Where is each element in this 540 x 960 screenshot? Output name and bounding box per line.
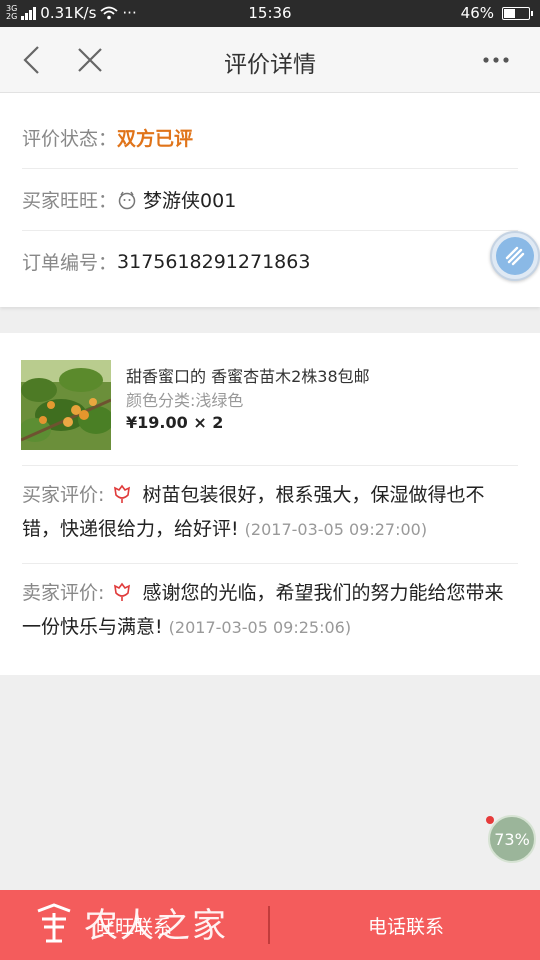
status-right: 46% [460,4,533,22]
review-status-label: 评价状态： [22,127,118,150]
more-icon [483,57,509,63]
nav-bar: 评价详情 [0,27,540,93]
bottom-divider [268,906,270,944]
clock: 15:36 [248,4,292,22]
buyer-review: 买家评价: 树苗包装很好，根系强大，保湿做得也不错，快递很给力，给好评! (20… [22,478,518,547]
buyer-wangwang-value[interactable]: 梦游侠001 [143,186,236,213]
bottom-action-bar: 旺旺联系 电话联系 [0,890,540,960]
wangwang-contact-button[interactable]: 旺旺联系 [0,890,268,960]
product-image[interactable] [21,360,111,450]
battery-icon [502,6,533,20]
wangwang-icon[interactable] [117,190,137,210]
status-bar: 3G 2G 0.31K/s ··· 15:36 46% [0,0,540,27]
review-status-row: 评价状态： 双方已评 [22,106,518,168]
review-info-card: 评价状态： 双方已评 买家旺旺： 梦游侠001 订单编号： 3175618291… [0,93,540,307]
divider [22,563,518,564]
order-number-value: 3175618291271863 [117,250,311,273]
seller-review-label: 卖家评价: [22,582,105,604]
hand-icon [505,246,525,266]
flower-rating-icon [114,484,131,503]
phone-contact-label: 电话联系 [367,915,444,938]
floating-assist-button[interactable] [490,231,540,281]
divider [22,465,518,466]
buyer-wangwang-label: 买家旺旺： [22,190,118,212]
product-price: ¥19.00 × 2 [126,413,224,432]
buyer-review-label: 买家评价: [22,484,105,506]
product-title[interactable]: 甜香蜜口的 香蜜杏苗木2株38包邮 [126,363,370,387]
floating-assist-inner [496,237,534,275]
order-number-label: 订单编号： [22,252,118,274]
flower-rating-icon [114,582,131,601]
battery-fill [504,8,515,18]
notification-dot [486,816,494,824]
memory-usage-bubble[interactable]: 73% [488,815,536,863]
review-status-value: 双方已评 [117,127,194,150]
product-review-card: 甜香蜜口的 香蜜杏苗木2株38包邮 颜色分类:浅绿色 ¥19.00 × 2 买家… [0,333,540,675]
product-photo [21,360,111,450]
buyer-review-time: (2017-03-05 09:27:00) [244,520,428,539]
wangwang-contact-label: 旺旺联系 [95,915,172,938]
order-number-row: 订单编号： 3175618291271863 [22,230,518,292]
seller-review-time: (2017-03-05 09:25:06) [168,618,352,637]
seller-review: 卖家评价: 感谢您的光临，希望我们的努力能给您带来一份快乐与满意! (2017-… [22,576,518,645]
page-title: 评价详情 [224,52,316,78]
more-button[interactable] [476,41,516,79]
buyer-wangwang-row: 买家旺旺： 梦游侠001 [22,168,518,230]
product-spec: 颜色分类:浅绿色 [126,391,244,410]
phone-contact-button[interactable]: 电话联系 [272,890,540,960]
battery-percent: 46% [460,4,494,22]
